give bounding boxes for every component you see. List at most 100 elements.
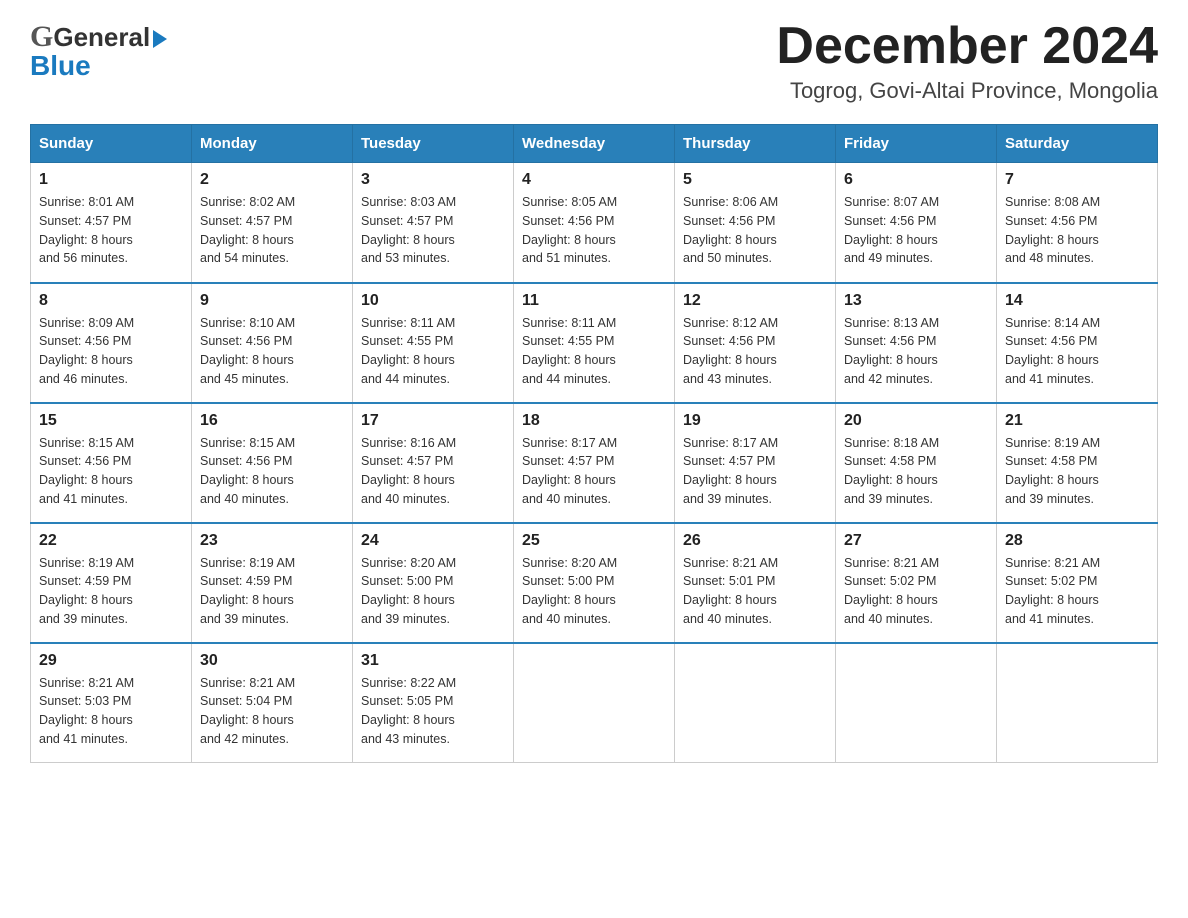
day-info: Sunrise: 8:17 AMSunset: 4:57 PMDaylight:… (522, 436, 617, 506)
header-friday: Friday (836, 125, 997, 163)
day-number: 21 (1005, 412, 1149, 430)
title-area: December 2024 Togrog, Govi-Altai Provinc… (776, 20, 1158, 104)
table-row: 29 Sunrise: 8:21 AMSunset: 5:03 PMDaylig… (31, 643, 192, 763)
day-number: 24 (361, 532, 505, 550)
day-number: 22 (39, 532, 183, 550)
calendar-week-row: 22 Sunrise: 8:19 AMSunset: 4:59 PMDaylig… (31, 523, 1158, 643)
day-info: Sunrise: 8:14 AMSunset: 4:56 PMDaylight:… (1005, 316, 1100, 386)
table-row: 17 Sunrise: 8:16 AMSunset: 4:57 PMDaylig… (353, 403, 514, 523)
day-number: 13 (844, 292, 988, 310)
page-header: G General Blue December 2024 Togrog, Gov… (30, 20, 1158, 104)
day-info: Sunrise: 8:15 AMSunset: 4:56 PMDaylight:… (39, 436, 134, 506)
day-number: 26 (683, 532, 827, 550)
header-sunday: Sunday (31, 125, 192, 163)
day-number: 16 (200, 412, 344, 430)
table-row (836, 643, 997, 763)
header-tuesday: Tuesday (353, 125, 514, 163)
day-info: Sunrise: 8:01 AMSunset: 4:57 PMDaylight:… (39, 195, 134, 265)
day-info: Sunrise: 8:05 AMSunset: 4:56 PMDaylight:… (522, 195, 617, 265)
day-number: 2 (200, 171, 344, 189)
calendar-week-row: 8 Sunrise: 8:09 AMSunset: 4:56 PMDayligh… (31, 283, 1158, 403)
day-info: Sunrise: 8:20 AMSunset: 5:00 PMDaylight:… (361, 556, 456, 626)
table-row (997, 643, 1158, 763)
day-info: Sunrise: 8:12 AMSunset: 4:56 PMDaylight:… (683, 316, 778, 386)
calendar-week-row: 1 Sunrise: 8:01 AMSunset: 4:57 PMDayligh… (31, 163, 1158, 283)
day-number: 5 (683, 171, 827, 189)
day-info: Sunrise: 8:03 AMSunset: 4:57 PMDaylight:… (361, 195, 456, 265)
table-row: 4 Sunrise: 8:05 AMSunset: 4:56 PMDayligh… (514, 163, 675, 283)
table-row: 19 Sunrise: 8:17 AMSunset: 4:57 PMDaylig… (675, 403, 836, 523)
day-number: 11 (522, 292, 666, 310)
day-number: 7 (1005, 171, 1149, 189)
day-info: Sunrise: 8:22 AMSunset: 5:05 PMDaylight:… (361, 676, 456, 746)
day-info: Sunrise: 8:21 AMSunset: 5:01 PMDaylight:… (683, 556, 778, 626)
calendar-header-row: Sunday Monday Tuesday Wednesday Thursday… (31, 125, 1158, 163)
table-row: 21 Sunrise: 8:19 AMSunset: 4:58 PMDaylig… (997, 403, 1158, 523)
day-number: 17 (361, 412, 505, 430)
month-title: December 2024 (776, 20, 1158, 72)
day-info: Sunrise: 8:07 AMSunset: 4:56 PMDaylight:… (844, 195, 939, 265)
day-info: Sunrise: 8:15 AMSunset: 4:56 PMDaylight:… (200, 436, 295, 506)
logo-triangle-icon (153, 30, 167, 48)
header-saturday: Saturday (997, 125, 1158, 163)
day-number: 29 (39, 652, 183, 670)
table-row: 31 Sunrise: 8:22 AMSunset: 5:05 PMDaylig… (353, 643, 514, 763)
table-row: 27 Sunrise: 8:21 AMSunset: 5:02 PMDaylig… (836, 523, 997, 643)
table-row: 3 Sunrise: 8:03 AMSunset: 4:57 PMDayligh… (353, 163, 514, 283)
day-info: Sunrise: 8:18 AMSunset: 4:58 PMDaylight:… (844, 436, 939, 506)
day-number: 1 (39, 171, 183, 189)
table-row: 15 Sunrise: 8:15 AMSunset: 4:56 PMDaylig… (31, 403, 192, 523)
table-row: 14 Sunrise: 8:14 AMSunset: 4:56 PMDaylig… (997, 283, 1158, 403)
table-row: 7 Sunrise: 8:08 AMSunset: 4:56 PMDayligh… (997, 163, 1158, 283)
table-row: 11 Sunrise: 8:11 AMSunset: 4:55 PMDaylig… (514, 283, 675, 403)
day-info: Sunrise: 8:21 AMSunset: 5:04 PMDaylight:… (200, 676, 295, 746)
day-number: 18 (522, 412, 666, 430)
calendar-week-row: 29 Sunrise: 8:21 AMSunset: 5:03 PMDaylig… (31, 643, 1158, 763)
day-number: 31 (361, 652, 505, 670)
table-row: 23 Sunrise: 8:19 AMSunset: 4:59 PMDaylig… (192, 523, 353, 643)
day-info: Sunrise: 8:16 AMSunset: 4:57 PMDaylight:… (361, 436, 456, 506)
day-number: 6 (844, 171, 988, 189)
logo: G General Blue (30, 20, 167, 82)
table-row: 10 Sunrise: 8:11 AMSunset: 4:55 PMDaylig… (353, 283, 514, 403)
table-row: 9 Sunrise: 8:10 AMSunset: 4:56 PMDayligh… (192, 283, 353, 403)
table-row (675, 643, 836, 763)
day-number: 30 (200, 652, 344, 670)
day-number: 12 (683, 292, 827, 310)
day-info: Sunrise: 8:21 AMSunset: 5:02 PMDaylight:… (1005, 556, 1100, 626)
day-info: Sunrise: 8:19 AMSunset: 4:59 PMDaylight:… (200, 556, 295, 626)
table-row: 20 Sunrise: 8:18 AMSunset: 4:58 PMDaylig… (836, 403, 997, 523)
table-row: 24 Sunrise: 8:20 AMSunset: 5:00 PMDaylig… (353, 523, 514, 643)
day-number: 27 (844, 532, 988, 550)
day-number: 15 (39, 412, 183, 430)
day-info: Sunrise: 8:19 AMSunset: 4:59 PMDaylight:… (39, 556, 134, 626)
table-row: 22 Sunrise: 8:19 AMSunset: 4:59 PMDaylig… (31, 523, 192, 643)
day-info: Sunrise: 8:02 AMSunset: 4:57 PMDaylight:… (200, 195, 295, 265)
day-number: 19 (683, 412, 827, 430)
table-row: 2 Sunrise: 8:02 AMSunset: 4:57 PMDayligh… (192, 163, 353, 283)
day-info: Sunrise: 8:17 AMSunset: 4:57 PMDaylight:… (683, 436, 778, 506)
table-row: 16 Sunrise: 8:15 AMSunset: 4:56 PMDaylig… (192, 403, 353, 523)
day-number: 8 (39, 292, 183, 310)
table-row: 8 Sunrise: 8:09 AMSunset: 4:56 PMDayligh… (31, 283, 192, 403)
day-number: 9 (200, 292, 344, 310)
day-number: 23 (200, 532, 344, 550)
day-info: Sunrise: 8:11 AMSunset: 4:55 PMDaylight:… (522, 316, 616, 386)
header-monday: Monday (192, 125, 353, 163)
logo-blue-text: Blue (30, 50, 167, 82)
day-info: Sunrise: 8:19 AMSunset: 4:58 PMDaylight:… (1005, 436, 1100, 506)
day-number: 28 (1005, 532, 1149, 550)
table-row: 5 Sunrise: 8:06 AMSunset: 4:56 PMDayligh… (675, 163, 836, 283)
day-number: 3 (361, 171, 505, 189)
day-number: 14 (1005, 292, 1149, 310)
table-row: 12 Sunrise: 8:12 AMSunset: 4:56 PMDaylig… (675, 283, 836, 403)
calendar-week-row: 15 Sunrise: 8:15 AMSunset: 4:56 PMDaylig… (31, 403, 1158, 523)
day-info: Sunrise: 8:09 AMSunset: 4:56 PMDaylight:… (39, 316, 134, 386)
day-info: Sunrise: 8:06 AMSunset: 4:56 PMDaylight:… (683, 195, 778, 265)
day-info: Sunrise: 8:13 AMSunset: 4:56 PMDaylight:… (844, 316, 939, 386)
table-row: 6 Sunrise: 8:07 AMSunset: 4:56 PMDayligh… (836, 163, 997, 283)
table-row: 25 Sunrise: 8:20 AMSunset: 5:00 PMDaylig… (514, 523, 675, 643)
table-row: 28 Sunrise: 8:21 AMSunset: 5:02 PMDaylig… (997, 523, 1158, 643)
day-number: 25 (522, 532, 666, 550)
day-info: Sunrise: 8:11 AMSunset: 4:55 PMDaylight:… (361, 316, 455, 386)
